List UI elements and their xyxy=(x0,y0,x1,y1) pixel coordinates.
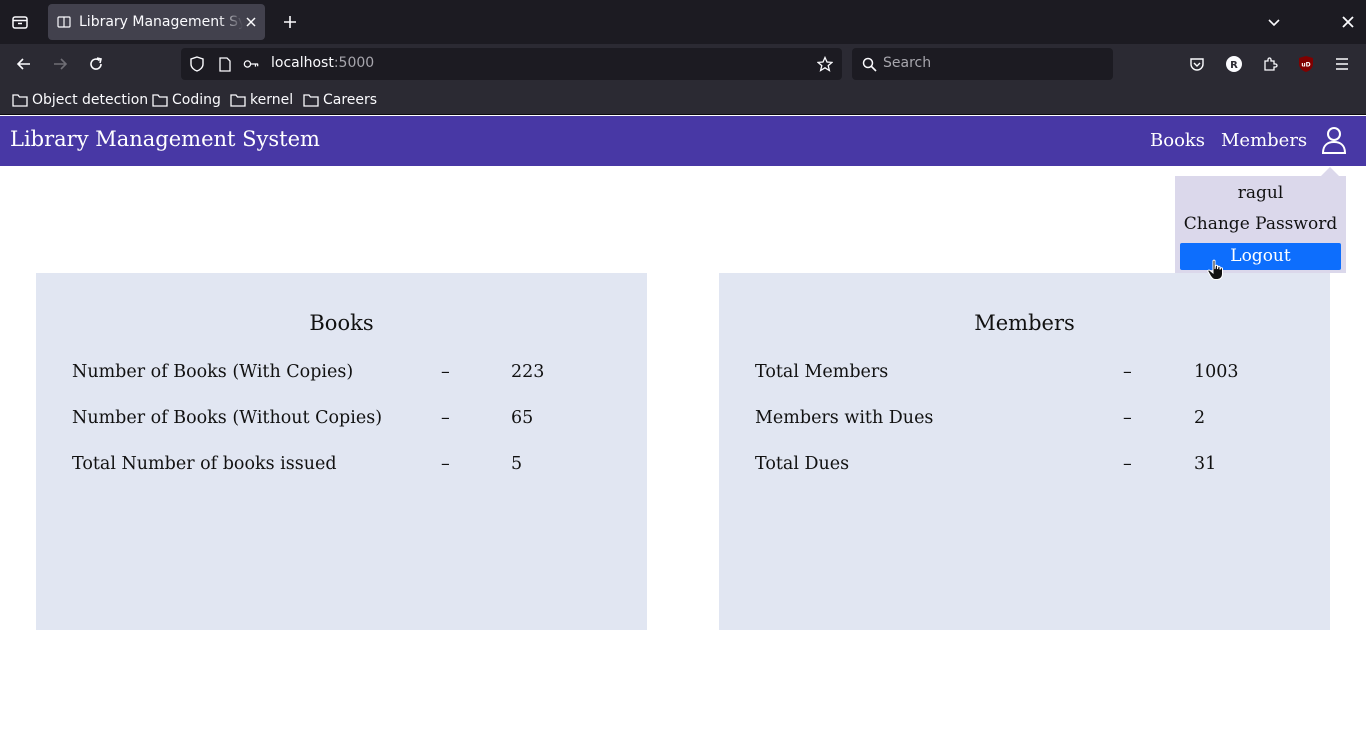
bookmark-coding[interactable]: Coding xyxy=(152,90,221,110)
folder-icon xyxy=(152,93,168,107)
user-dropdown: ragul Change Password Logout xyxy=(1175,176,1346,273)
browser-toolbar: localhost:5000 Search R uD xyxy=(0,44,1366,84)
dropdown-arrow xyxy=(1321,167,1339,176)
bookmark-label: kernel xyxy=(250,92,294,108)
stat-value: 5 xyxy=(511,454,523,474)
books-card: Books Number of Books (With Copies) – 22… xyxy=(36,273,647,630)
stat-value: 2 xyxy=(1194,408,1206,428)
url-text[interactable]: localhost:5000 xyxy=(271,55,374,71)
chevron-down-icon[interactable] xyxy=(1263,11,1285,33)
user-icon[interactable] xyxy=(1320,125,1348,155)
stat-value: 223 xyxy=(511,362,545,382)
close-tab-icon[interactable] xyxy=(243,14,259,30)
extensions-icon[interactable] xyxy=(1259,53,1281,75)
logout-button[interactable]: Logout xyxy=(1180,243,1341,270)
members-card-title: Members xyxy=(974,311,1075,335)
pocket-icon[interactable] xyxy=(1186,53,1208,75)
star-icon[interactable] xyxy=(817,56,833,72)
stat-label: Number of Books (Without Copies) xyxy=(72,408,383,428)
change-password-link[interactable]: Change Password xyxy=(1180,211,1341,238)
profile-avatar[interactable]: R xyxy=(1223,53,1245,75)
nav-books-link[interactable]: Books xyxy=(1150,130,1205,151)
app-header: Library Management System Books Members xyxy=(0,116,1366,166)
url-port: :5000 xyxy=(333,55,375,71)
bookmark-label: Object detection xyxy=(32,92,149,108)
back-icon[interactable] xyxy=(13,53,35,75)
stat-row: Total Dues – 31 xyxy=(755,454,1315,480)
stat-label: Total Dues xyxy=(755,454,850,474)
stat-row: Members with Dues – 2 xyxy=(755,408,1315,434)
tab-title: Library Management System xyxy=(79,14,243,30)
stat-separator: – xyxy=(1123,454,1132,474)
bookmark-label: Careers xyxy=(323,92,378,108)
username-label: ragul xyxy=(1237,183,1284,203)
stat-value: 31 xyxy=(1194,454,1217,474)
folder-icon xyxy=(230,93,246,107)
stat-row: Number of Books (Without Copies) – 65 xyxy=(72,408,632,434)
stat-separator: – xyxy=(1123,362,1132,382)
stat-value: 1003 xyxy=(1194,362,1239,382)
ublock-badge: uD xyxy=(1301,62,1310,69)
stat-row: Total Number of books issued – 5 xyxy=(72,454,632,480)
stat-label: Number of Books (With Copies) xyxy=(72,362,354,382)
search-icon xyxy=(861,56,877,72)
window-close-icon[interactable] xyxy=(1337,11,1359,33)
bookmarks-bar: Object detection Coding kernel Careers xyxy=(0,84,1366,115)
tab-list-icon[interactable] xyxy=(8,11,32,33)
search-bar[interactable]: Search xyxy=(852,48,1113,80)
bookmark-label: Coding xyxy=(172,92,221,108)
stat-label: Members with Dues xyxy=(755,408,934,428)
key-icon[interactable] xyxy=(243,56,259,72)
browser-tab[interactable]: Library Management System xyxy=(48,4,265,40)
browser-tab-bar: Library Management System xyxy=(0,0,1366,44)
stat-separator: – xyxy=(441,362,450,382)
folder-icon xyxy=(12,93,28,107)
bookmark-object-detection[interactable]: Object detection xyxy=(12,90,148,110)
stat-value: 65 xyxy=(511,408,534,428)
menu-icon[interactable] xyxy=(1331,53,1353,75)
bookmark-kernel[interactable]: kernel xyxy=(230,90,293,110)
stat-separator: – xyxy=(1123,408,1132,428)
hand-cursor-icon xyxy=(1207,259,1225,281)
url-host: localhost xyxy=(271,55,334,71)
nav-members-link[interactable]: Members xyxy=(1221,130,1307,151)
page-icon[interactable] xyxy=(217,56,233,72)
folder-icon xyxy=(303,93,319,107)
bookmark-careers[interactable]: Careers xyxy=(303,90,377,110)
members-card: Members Total Members – 1003 Members wit… xyxy=(719,273,1330,630)
stat-row: Number of Books (With Copies) – 223 xyxy=(72,362,632,388)
stat-row: Total Members – 1003 xyxy=(755,362,1315,388)
book-icon xyxy=(57,15,71,29)
shield-icon[interactable] xyxy=(189,56,205,72)
profile-initial: R xyxy=(1230,60,1238,71)
stat-separator: – xyxy=(441,454,450,474)
stat-label: Total Members xyxy=(755,362,889,382)
stat-separator: – xyxy=(441,408,450,428)
forward-icon[interactable] xyxy=(49,53,71,75)
books-card-title: Books xyxy=(309,311,374,335)
reload-icon[interactable] xyxy=(85,53,107,75)
stat-label: Total Number of books issued xyxy=(72,454,337,474)
ublock-icon[interactable]: uD xyxy=(1295,53,1317,75)
search-placeholder: Search xyxy=(883,55,932,71)
new-tab-icon[interactable] xyxy=(279,11,301,33)
app-title[interactable]: Library Management System xyxy=(10,127,320,151)
address-bar[interactable]: localhost:5000 xyxy=(181,48,842,80)
